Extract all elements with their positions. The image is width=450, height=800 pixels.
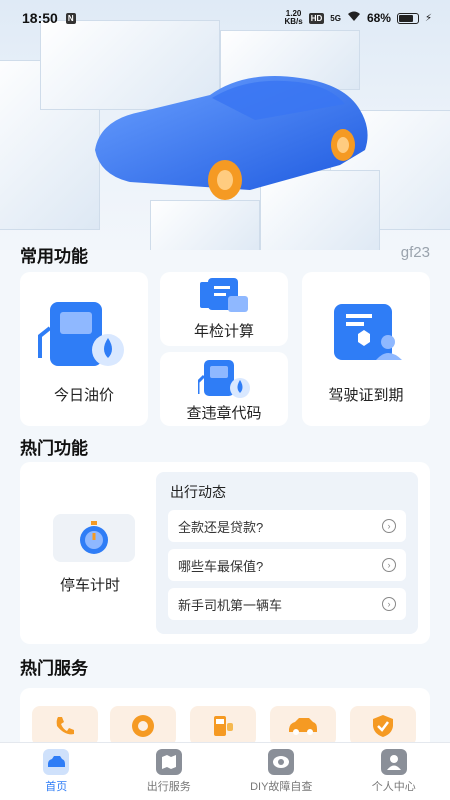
document-calc-icon (200, 278, 250, 317)
person-icon (380, 749, 407, 775)
card-label-fuel-price: 今日油价 (53, 387, 114, 404)
section-title-hot-functions: 热门功能 (20, 439, 88, 458)
license-expire-icon (332, 302, 408, 369)
tab-label: 出行服务 (146, 781, 191, 793)
card-license-expire[interactable]: 驾驶证到期 (302, 272, 430, 426)
stopwatch-icon (53, 514, 135, 562)
chevron-right-icon: › (382, 597, 396, 611)
shield-check-icon (373, 715, 393, 737)
card-label-license-expire: 驾驶证到期 (328, 387, 404, 404)
section-title-hot-services: 热门服务 (20, 659, 88, 678)
news-item-text: 新手司机第一辆车 (178, 597, 283, 613)
tab-profile[interactable]: 个人中心 (338, 743, 450, 800)
home-car-icon (43, 749, 70, 775)
fuel-pump-icon (38, 298, 130, 375)
notification-icon: N (65, 12, 76, 24)
signal-icon: 5G (330, 13, 341, 23)
service-wheel-button[interactable] (110, 706, 176, 746)
card-label-violation-code: 查违章代码 (186, 405, 262, 422)
tab-label: 个人中心 (371, 781, 416, 793)
status-time: 18:50 (22, 10, 58, 26)
status-bar: 18:50 N 1.20 KB/s HD 5G 68% ⚡ (0, 0, 450, 36)
violation-code-icon (196, 358, 252, 403)
car-illustration (95, 76, 368, 200)
battery-percent: 68% (366, 11, 391, 25)
service-car-button[interactable] (270, 706, 336, 746)
bottom-tab-bar: 首页 出行服务 DIY故障自查 个人中心 (0, 742, 450, 800)
chevron-right-icon: › (382, 519, 396, 533)
news-item[interactable]: 全款还是贷款? › (168, 510, 406, 542)
fuel-icon (214, 716, 233, 736)
chevron-right-icon: › (382, 558, 396, 572)
tab-home[interactable]: 首页 (0, 743, 113, 800)
battery-icon (396, 12, 419, 24)
code-label: gf23 (400, 244, 430, 261)
tab-label: 首页 (45, 781, 68, 793)
card-inspection-calc[interactable]: 年检计算 (160, 272, 288, 346)
service-fuel-button[interactable] (190, 706, 256, 746)
service-phone-button[interactable] (32, 706, 98, 746)
news-title: 出行动态 (170, 484, 226, 500)
hero-banner (0, 0, 450, 250)
car-icon (289, 718, 317, 735)
card-label-inspection-calc: 年检计算 (193, 323, 254, 340)
phone-icon (56, 717, 74, 735)
card-violation-code[interactable]: 查违章代码 (160, 352, 288, 426)
network-speed: 1.20 KB/s (284, 9, 303, 26)
news-item[interactable]: 哪些车最保值? › (168, 549, 406, 581)
diagnose-icon (268, 749, 295, 775)
wheel-icon (132, 715, 154, 737)
news-item-text: 哪些车最保值? (178, 558, 264, 574)
service-shield-button[interactable] (350, 706, 416, 746)
news-item-text: 全款还是贷款? (178, 519, 264, 535)
tab-travel-service[interactable]: 出行服务 (113, 743, 226, 800)
news-item[interactable]: 新手司机第一辆车 › (168, 588, 406, 620)
parking-timer-label: 停车计时 (59, 577, 120, 594)
wifi-icon (347, 11, 361, 25)
parking-timer-button[interactable]: 停车计时 (20, 472, 150, 632)
map-icon (155, 749, 182, 775)
tab-diy-diagnose[interactable]: DIY故障自查 (225, 743, 338, 800)
hd-badge: HD (308, 12, 325, 24)
section-title-common: 常用功能 (20, 247, 88, 266)
charging-icon: ⚡ (424, 12, 432, 24)
card-fuel-price[interactable]: 今日油价 (20, 272, 148, 426)
tab-label: DIY故障自查 (250, 781, 313, 793)
